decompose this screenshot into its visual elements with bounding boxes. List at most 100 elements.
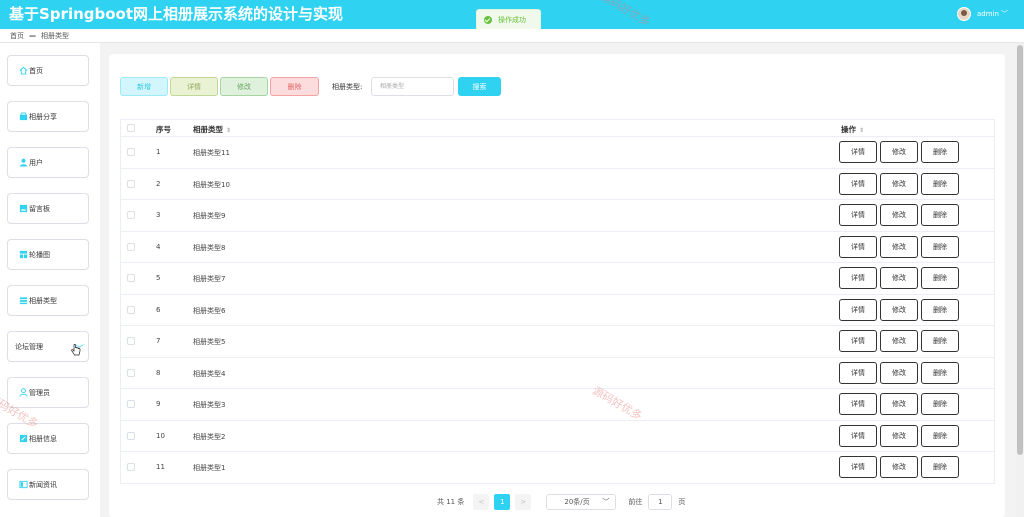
scrollbar-thumb[interactable] (1017, 45, 1023, 455)
row-edit-button[interactable]: 修改 (880, 235, 918, 258)
sidebar-item-album-info[interactable]: 相册信息 (7, 423, 89, 454)
row-edit-button[interactable]: 修改 (880, 298, 918, 321)
goto-page-input[interactable]: 1 (648, 494, 673, 510)
table-row: 9 相册类型3 详情 修改 删除 (121, 389, 994, 421)
select-all-checkbox[interactable] (127, 124, 135, 132)
sidebar-item-album-type[interactable]: 相册类型 (7, 285, 89, 316)
row-detail-button[interactable]: 详情 (839, 267, 877, 289)
add-button[interactable]: 新增 (120, 77, 168, 96)
row-detail-button[interactable]: 详情 (839, 172, 877, 195)
header-type[interactable]: 相册类型 ⇕ (193, 124, 231, 135)
edit-icon (19, 434, 28, 443)
row-delete-button[interactable]: 删除 (921, 361, 959, 384)
row-delete-button[interactable]: 删除 (921, 424, 959, 447)
row-checkbox[interactable] (127, 463, 135, 471)
delete-button[interactable]: 删除 (270, 77, 319, 96)
row-checkbox[interactable] (127, 368, 135, 377)
goto-page: 前往 1 页 (628, 494, 685, 510)
row-delete-button[interactable]: 删除 (921, 298, 959, 321)
username[interactable]: admin (977, 10, 999, 18)
table-row: 5 相册类型7 详情 修改 删除 (121, 263, 994, 295)
table-row: 4 相册类型8 详情 修改 删除 (121, 232, 994, 263)
row-edit-button[interactable]: 修改 (880, 172, 918, 195)
row-delete-button[interactable]: 删除 (921, 330, 959, 352)
page-scrollbar[interactable] (1016, 43, 1024, 517)
search-button[interactable]: 搜索 (458, 77, 501, 96)
row-detail-button[interactable]: 详情 (839, 298, 877, 321)
row-edit-button[interactable]: 修改 (880, 141, 918, 163)
row-index: 9 (156, 400, 161, 408)
top-bar: 基于Springboot网上相册展示系统的设计与实现 操作成功 admin ﹀ (0, 0, 1024, 31)
row-checkbox[interactable] (127, 431, 135, 440)
sidebar-item-news[interactable]: 新闻资讯 (7, 469, 89, 500)
row-detail-button[interactable]: 详情 (839, 141, 877, 163)
row-delete-button[interactable]: 删除 (921, 235, 959, 258)
sort-icon[interactable]: ⇕ (226, 127, 231, 134)
row-delete-button[interactable]: 删除 (921, 267, 959, 289)
row-detail-button[interactable]: 详情 (839, 393, 877, 415)
sort-icon[interactable]: ⇕ (859, 127, 864, 134)
table-row: 10 相册类型2 详情 修改 删除 (121, 421, 994, 452)
sidebar-item-album-share[interactable]: 相册分享 (7, 101, 89, 132)
row-delete-button[interactable]: 删除 (921, 172, 959, 195)
row-detail-button[interactable]: 详情 (839, 456, 877, 478)
row-delete-button[interactable]: 删除 (921, 456, 959, 478)
chevron-down-icon[interactable]: ﹀ (75, 342, 84, 355)
row-delete-button[interactable]: 删除 (921, 204, 959, 226)
row-edit-button[interactable]: 修改 (880, 267, 918, 289)
row-delete-button[interactable]: 删除 (921, 141, 959, 163)
admin-icon (19, 388, 28, 397)
main-content: 新增 详情 修改 删除 相册类型: 搜索 序号 相册类型⇕ 操作⇕ 1相册类型1… (109, 54, 1005, 517)
breadcrumb-home[interactable]: 首页 (10, 31, 24, 41)
page-1-button[interactable]: 1 (494, 494, 511, 510)
row-detail-button[interactable]: 详情 (839, 424, 877, 447)
row-detail-button[interactable]: 详情 (839, 361, 877, 384)
row-edit-button[interactable]: 修改 (880, 424, 918, 447)
search-input[interactable] (371, 77, 454, 96)
sidebar-item-message-board[interactable]: 留言板 (7, 193, 89, 224)
row-edit-button[interactable]: 修改 (880, 456, 918, 478)
sidebar-item-label: 相册信息 (29, 434, 57, 443)
row-index: 2 (156, 179, 161, 188)
row-detail-button[interactable]: 详情 (839, 204, 877, 226)
avatar[interactable] (957, 7, 971, 21)
row-type: 相册类型2 (193, 432, 226, 441)
edit-button[interactable]: 修改 (220, 77, 268, 96)
row-index: 4 (156, 242, 161, 251)
row-detail-button[interactable]: 详情 (839, 330, 877, 352)
row-checkbox[interactable] (127, 242, 135, 251)
header-ops[interactable]: 操作 ⇕ (841, 124, 864, 135)
sidebar-item-home[interactable]: 首页 (7, 55, 89, 86)
row-edit-button[interactable]: 修改 (880, 204, 918, 226)
sidebar-item-admin[interactable]: 管理员 (7, 377, 89, 408)
row-checkbox[interactable] (127, 211, 135, 219)
chevron-down-icon: ﹀ (602, 498, 610, 506)
sidebar-item-label: 管理员 (29, 388, 50, 397)
chevron-down-icon[interactable]: ﹀ (1001, 9, 1008, 19)
row-checkbox[interactable] (127, 337, 135, 345)
row-index: 3 (156, 211, 161, 219)
table-row: 6 相册类型6 详情 修改 删除 (121, 295, 994, 326)
row-checkbox[interactable] (127, 148, 135, 156)
table-row: 1 相册类型11 详情 修改 删除 (121, 137, 994, 169)
table-row: 11 相册类型1 详情 修改 删除 (121, 452, 994, 484)
row-detail-button[interactable]: 详情 (839, 235, 877, 258)
row-checkbox[interactable] (127, 274, 135, 282)
next-page-button[interactable]: > (515, 494, 532, 510)
row-edit-button[interactable]: 修改 (880, 361, 918, 384)
sidebar-item-user[interactable]: 用户 (7, 147, 89, 178)
page-size-select[interactable]: 20条/页 ﹀ (546, 494, 617, 510)
sidebar-item-forum[interactable]: 论坛管理 ﹀ (7, 331, 89, 362)
detail-button[interactable]: 详情 (170, 77, 218, 96)
row-checkbox[interactable] (127, 400, 135, 408)
row-delete-button[interactable]: 删除 (921, 393, 959, 415)
row-edit-button[interactable]: 修改 (880, 393, 918, 415)
row-checkbox[interactable] (127, 305, 135, 314)
row-checkbox[interactable] (127, 179, 135, 188)
prev-page-button[interactable]: < (473, 494, 490, 510)
user-menu[interactable]: admin ﹀ (957, 7, 1008, 21)
table-row: 7 相册类型5 详情 修改 删除 (121, 326, 994, 358)
row-edit-button[interactable]: 修改 (880, 330, 918, 352)
app-title: 基于Springboot网上相册展示系统的设计与实现 (9, 5, 344, 23)
sidebar-item-carousel[interactable]: 轮播图 (7, 239, 89, 270)
